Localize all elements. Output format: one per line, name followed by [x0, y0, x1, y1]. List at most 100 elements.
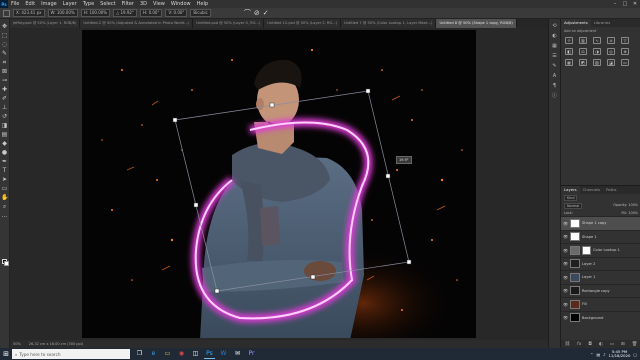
hand-tool-icon[interactable]: ✋: [1, 194, 8, 201]
new-adjustment-icon[interactable]: ◐: [599, 342, 603, 347]
visibility-eye-icon[interactable]: 👁: [563, 288, 568, 293]
commit-transform-icon[interactable]: ✓: [263, 9, 269, 17]
gradient-tool-icon[interactable]: ▤: [1, 131, 8, 138]
history-brush-icon[interactable]: ↺: [1, 113, 8, 120]
notifications-icon[interactable]: ▢: [633, 352, 637, 357]
doc-tab[interactable]: Jeffrey.psd @ 50% (Layer 1, RGB/8): [10, 19, 81, 28]
info-panel-icon[interactable]: ⓘ: [551, 93, 558, 99]
width-field[interactable]: W: 100.00%: [47, 9, 78, 17]
warp-icon[interactable]: ⌒: [244, 8, 251, 18]
frame-tool-icon[interactable]: ⊠: [1, 68, 8, 75]
layer-thumbnail[interactable]: [570, 286, 580, 296]
black-white-icon[interactable]: ◑: [593, 48, 601, 55]
doc-tab[interactable]: Untitled-2 @ 50% (Adjusted & Annotated i…: [80, 19, 194, 28]
transform-handle[interactable]: [406, 259, 412, 265]
volume-icon[interactable]: ♪: [603, 352, 605, 357]
levels-icon[interactable]: ▥: [579, 37, 587, 44]
angle-field[interactable]: △ 19.92°: [113, 9, 137, 17]
new-group-icon[interactable]: ▭: [610, 342, 614, 347]
transform-handle[interactable]: [310, 274, 316, 280]
curves-icon[interactable]: ∿: [593, 37, 601, 44]
layer-row[interactable]: 👁 Fill: [561, 297, 640, 311]
hue-saturation-icon[interactable]: ◧: [565, 48, 573, 55]
photo-filter-icon[interactable]: ◎: [607, 48, 615, 55]
eraser-tool-icon[interactable]: ◨: [1, 122, 8, 129]
layer-thumbnail[interactable]: [570, 313, 580, 323]
photoshop-taskbar-icon[interactable]: Ps: [204, 349, 215, 359]
layer-thumbnail[interactable]: [570, 245, 580, 255]
layer-row[interactable]: 👁 Background: [561, 310, 640, 325]
doc-tab-active[interactable]: Untitled 8 @ 50% (Shape 1 copy, RGB/8): [436, 19, 517, 28]
transform-handle[interactable]: [172, 117, 178, 123]
opacity-field[interactable]: Opacity: 100%: [613, 203, 638, 209]
x-field[interactable]: X: 423.41 px: [13, 9, 45, 17]
tab-channels[interactable]: Channels: [580, 186, 604, 194]
transform-handle[interactable]: [365, 88, 371, 94]
doc-tab[interactable]: Untitled 12.psd @ 50% (Layer 2, RG...): [264, 19, 342, 28]
visibility-eye-icon[interactable]: 👁: [563, 302, 568, 307]
document-canvas[interactable]: 19.9°: [82, 30, 476, 338]
v-skew-field[interactable]: V: 0.00°: [165, 9, 188, 17]
transform-handle[interactable]: [193, 202, 199, 208]
tab-adjustments[interactable]: Adjustments: [561, 19, 591, 27]
delete-layer-icon[interactable]: 🗑: [632, 342, 638, 347]
minimize-icon[interactable]: –: [610, 1, 620, 7]
h-skew-field[interactable]: H: 0.00°: [139, 9, 163, 17]
visibility-eye-icon[interactable]: 👁: [563, 315, 568, 320]
cancel-transform-icon[interactable]: ⊘: [254, 9, 260, 17]
swatches-panel-icon[interactable]: ▦: [551, 43, 558, 49]
healing-tool-icon[interactable]: ✚: [1, 86, 8, 93]
visibility-eye-icon[interactable]: 👁: [563, 221, 568, 226]
word-icon[interactable]: W: [218, 349, 229, 359]
tray-chevron-icon[interactable]: ⌃: [590, 352, 593, 357]
file-explorer-icon[interactable]: ▭: [162, 349, 173, 359]
gradient-map-icon[interactable]: ▭: [621, 59, 629, 66]
exposure-icon[interactable]: ±: [607, 37, 615, 44]
layer-row[interactable]: 👁 Layer 2: [561, 256, 640, 271]
layer-row[interactable]: 👁 Rectangle copy: [561, 283, 640, 298]
menu-image[interactable]: Image: [38, 0, 60, 8]
layer-thumbnail[interactable]: [570, 272, 580, 282]
menu-3d[interactable]: 3D: [137, 0, 150, 8]
menu-window[interactable]: Window: [168, 0, 194, 8]
posterize-icon[interactable]: ▨: [593, 59, 601, 66]
visibility-eye-icon[interactable]: 👁: [563, 248, 568, 253]
threshold-icon[interactable]: ◪: [607, 59, 615, 66]
move-tool-preset-icon[interactable]: [3, 9, 10, 17]
visibility-eye-icon[interactable]: 👁: [563, 234, 568, 239]
brush-panel-icon[interactable]: ✎: [551, 63, 558, 69]
chrome-icon[interactable]: ◉: [176, 349, 187, 359]
layer-mask-thumbnail[interactable]: [582, 245, 591, 255]
dodge-tool-icon[interactable]: ●: [1, 149, 8, 156]
add-mask-icon[interactable]: ◘: [588, 342, 592, 347]
mail-icon[interactable]: ✉: [232, 349, 243, 359]
task-view-icon[interactable]: ❐: [134, 349, 145, 359]
tab-layers[interactable]: Layers: [561, 186, 580, 194]
quick-select-tool-icon[interactable]: ✎: [1, 50, 8, 57]
network-icon[interactable]: ▤: [596, 352, 600, 357]
blur-tool-icon[interactable]: ◆: [1, 140, 8, 147]
menu-edit[interactable]: Edit: [22, 0, 38, 8]
windows-start-icon[interactable]: ⊞: [0, 348, 12, 360]
maximize-icon[interactable]: □: [620, 1, 630, 7]
shape-tool-icon[interactable]: ▭: [1, 185, 8, 192]
premiere-icon[interactable]: Pr: [246, 349, 257, 359]
menu-file[interactable]: File: [8, 0, 22, 8]
link-layers-icon[interactable]: ⛓: [564, 342, 570, 347]
invert-icon[interactable]: ◩: [579, 59, 587, 66]
visibility-eye-icon[interactable]: 👁: [563, 261, 568, 266]
layer-thumbnail[interactable]: [570, 232, 580, 242]
properties-panel-icon[interactable]: ☰: [551, 53, 558, 59]
more-tools-icon[interactable]: …: [1, 212, 8, 219]
pen-tool-icon[interactable]: ✒: [1, 158, 8, 165]
tab-libraries[interactable]: Libraries: [591, 19, 613, 27]
edge-browser-icon[interactable]: e: [148, 349, 159, 359]
layer-row[interactable]: 👁 Shape 1 copy: [561, 216, 640, 230]
character-panel-icon[interactable]: A: [551, 73, 558, 79]
new-layer-icon[interactable]: ⊞: [621, 342, 625, 347]
close-icon[interactable]: ✕: [630, 1, 640, 7]
transform-handle[interactable]: [214, 288, 220, 294]
type-tool-icon[interactable]: T: [1, 167, 8, 174]
path-select-tool-icon[interactable]: ➤: [1, 176, 8, 183]
fill-field[interactable]: Fill: 100%: [622, 211, 638, 215]
